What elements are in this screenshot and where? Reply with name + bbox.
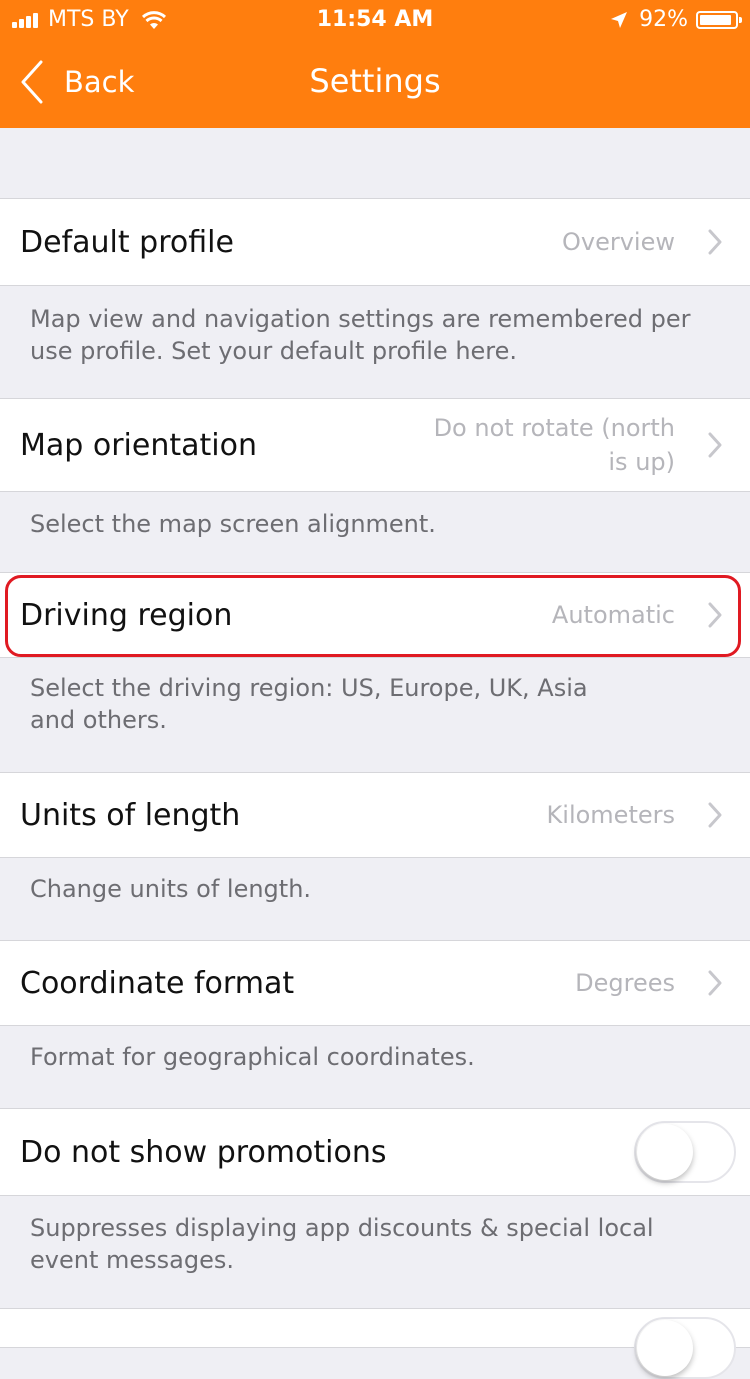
chevron-right-icon	[708, 802, 722, 828]
status-right: 92%	[609, 7, 742, 32]
coordinate-format-row[interactable]: Coordinate format Degrees	[0, 940, 750, 1026]
default-profile-label: Default profile	[20, 224, 234, 260]
driving-region-value: Automatic	[551, 601, 675, 629]
battery-fill	[700, 14, 732, 25]
status-bar: MTS BY 11:54 AM 92%	[0, 0, 750, 40]
coordinate-format-label: Coordinate format	[20, 965, 295, 1001]
battery-icon	[696, 10, 742, 29]
location-arrow-icon	[611, 11, 628, 28]
toggle-knob	[637, 1320, 693, 1376]
map-orientation-row[interactable]: Map orientation Do not rotate (north is …	[0, 398, 750, 492]
map-orientation-footer: Select the map screen alignment.	[30, 510, 436, 538]
default-profile-row[interactable]: Default profile Overview	[0, 198, 750, 286]
map-orientation-value-line2: is up)	[608, 448, 675, 476]
promotions-footer: Suppresses displaying app discounts & sp…	[30, 1214, 654, 1274]
promotions-row: Do not show promotions	[0, 1108, 750, 1196]
driving-region-row[interactable]: Driving region Automatic	[0, 572, 750, 658]
default-profile-footer: Map view and navigation settings are rem…	[30, 305, 691, 365]
coordinate-format-value: Degrees	[575, 969, 675, 997]
next-toggle-row	[0, 1308, 750, 1379]
map-orientation-value-line1: Do not rotate (north	[433, 414, 675, 442]
page-title: Settings	[309, 62, 441, 100]
chevron-right-icon	[708, 970, 722, 996]
units-of-length-label: Units of length	[20, 797, 241, 833]
top-bar: MTS BY 11:54 AM 92% Back Settings	[0, 0, 750, 128]
navigation-bar: Back Settings	[0, 40, 750, 128]
chevron-right-icon	[708, 602, 722, 628]
driving-region-footer-line2: and others.	[30, 706, 167, 734]
units-of-length-value: Kilometers	[546, 801, 675, 829]
driving-region-label: Driving region	[20, 597, 233, 633]
coordinate-format-footer: Format for geographical coordinates.	[30, 1043, 475, 1071]
units-of-length-footer: Change units of length.	[30, 875, 312, 903]
settings-list: Default profile Overview Map view and na…	[0, 198, 750, 1379]
toggle-knob	[637, 1124, 693, 1180]
chevron-right-icon	[708, 229, 722, 255]
promotions-label: Do not show promotions	[20, 1134, 387, 1170]
chevron-right-icon	[708, 432, 722, 458]
next-toggle[interactable]	[634, 1317, 736, 1379]
battery-percent: 92%	[639, 7, 688, 32]
units-of-length-row[interactable]: Units of length Kilometers	[0, 772, 750, 858]
default-profile-value: Overview	[562, 228, 675, 256]
driving-region-footer-line1: Select the driving region: US, Europe, U…	[30, 674, 588, 702]
map-orientation-value: Do not rotate (north is up)	[434, 411, 675, 479]
driving-region-footer: Select the driving region: US, Europe, U…	[0, 658, 750, 772]
promotions-toggle[interactable]	[634, 1121, 736, 1183]
map-orientation-label: Map orientation	[20, 427, 257, 463]
